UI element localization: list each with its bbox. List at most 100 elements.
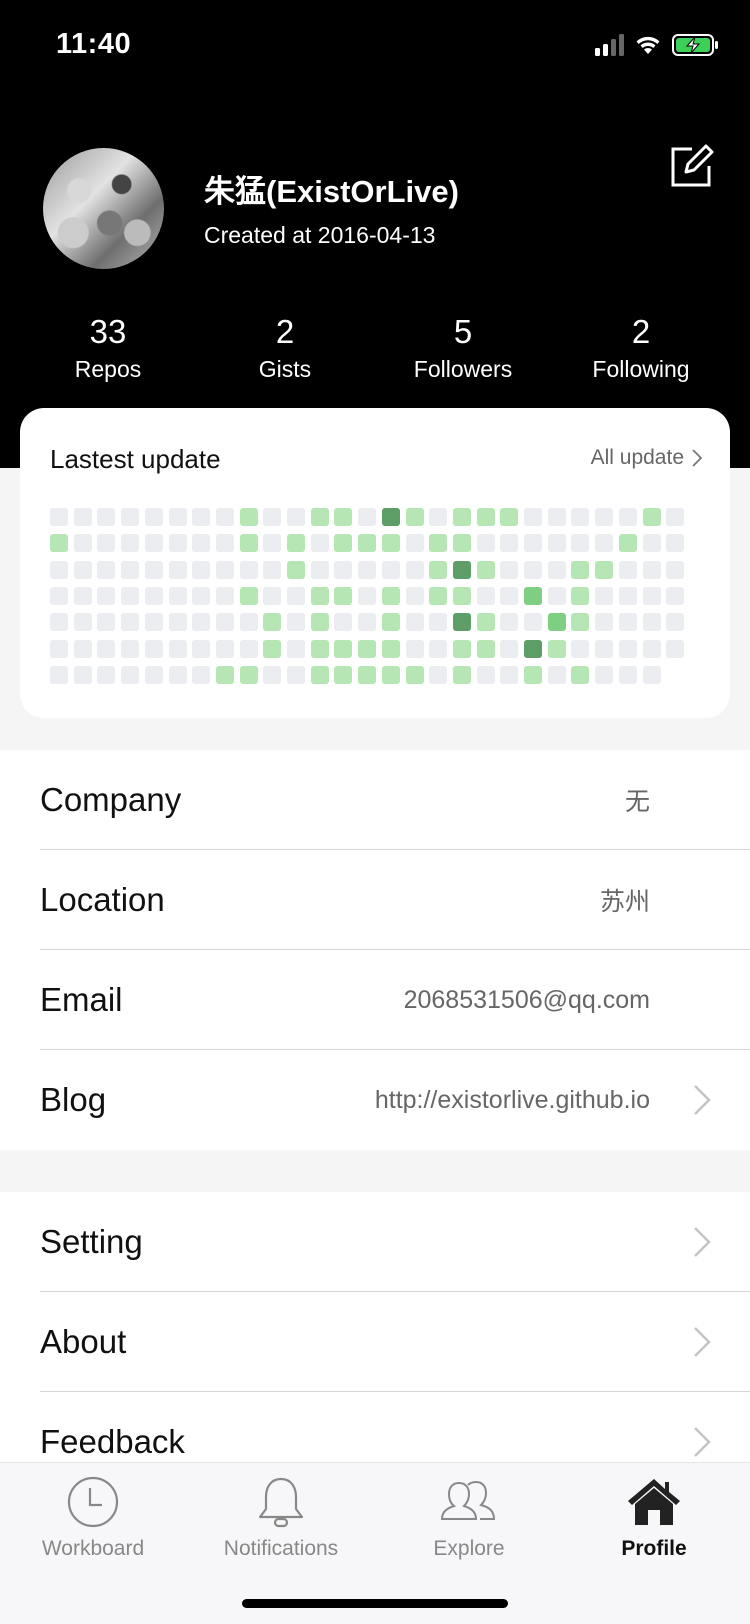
bell-icon xyxy=(258,1477,304,1528)
contribution-cell xyxy=(524,665,542,684)
contribution-cell xyxy=(97,639,116,658)
contribution-cell xyxy=(642,586,661,605)
contribution-cell xyxy=(121,665,140,684)
contribution-cell xyxy=(452,639,471,658)
contribution-cell xyxy=(476,508,495,526)
contribution-cell xyxy=(144,613,163,632)
row-label: Location xyxy=(40,881,165,918)
row-label: Company xyxy=(40,781,182,818)
contribution-cell xyxy=(215,665,234,684)
contribution-cell xyxy=(524,534,542,553)
contribution-cell xyxy=(595,534,614,553)
contribution-cell xyxy=(50,508,68,526)
contribution-cell xyxy=(310,586,329,605)
contribution-cell xyxy=(524,586,542,605)
edit-profile-button[interactable] xyxy=(668,144,714,190)
contribution-cell xyxy=(571,639,590,658)
edit-icon xyxy=(671,144,714,187)
tab-explore[interactable]: Explore xyxy=(379,1475,559,1561)
contribution-cell xyxy=(452,586,471,605)
row-company[interactable]: Company 无 xyxy=(0,750,750,850)
tab-label: Notifications xyxy=(223,1537,339,1560)
chevron-right-icon xyxy=(692,449,702,467)
stat-following[interactable]: 2 Following xyxy=(551,312,731,386)
contribution-cell xyxy=(452,613,471,632)
tab-profile[interactable]: Profile xyxy=(564,1475,744,1561)
contribution-cell xyxy=(381,665,400,684)
contribution-cell xyxy=(571,560,590,579)
contribution-cell xyxy=(310,508,329,526)
contribution-cell xyxy=(73,534,92,553)
contribution-cell xyxy=(287,560,305,579)
contribution-cell xyxy=(429,613,448,632)
contribution-cell xyxy=(618,560,637,579)
row-about[interactable]: About xyxy=(0,1292,750,1392)
row-location[interactable]: Location 苏州 xyxy=(0,850,750,950)
contribution-cell xyxy=(215,534,234,553)
row-label: About xyxy=(40,1323,127,1360)
contribution-cell xyxy=(144,665,163,684)
row-label: Setting xyxy=(40,1223,143,1260)
contribution-cell xyxy=(476,560,495,579)
row-email[interactable]: Email 2068531506@qq.com xyxy=(0,950,750,1050)
contribution-cell xyxy=(310,560,329,579)
contribution-cell xyxy=(73,586,92,605)
contribution-cell xyxy=(215,613,234,632)
contribution-cell xyxy=(334,613,353,632)
contribution-cell xyxy=(571,508,590,526)
stat-followers[interactable]: 5 Followers xyxy=(373,312,553,386)
contribution-cell xyxy=(168,586,187,605)
avatar[interactable] xyxy=(43,148,164,269)
wifi-icon xyxy=(634,34,662,56)
contribution-cell xyxy=(263,613,282,632)
contribution-cell xyxy=(358,665,377,684)
stat-count: 33 xyxy=(89,313,127,350)
contribution-cell xyxy=(334,534,353,553)
row-label: Email xyxy=(40,981,123,1018)
contribution-cell xyxy=(263,560,282,579)
row-blog[interactable]: Blog http://existorlive.github.io xyxy=(0,1050,750,1150)
contribution-cell xyxy=(405,534,424,553)
contribution-cell xyxy=(97,665,116,684)
contribution-cell xyxy=(97,534,116,553)
contribution-cell xyxy=(121,508,140,526)
contribution-cell xyxy=(358,639,377,658)
contribution-cell xyxy=(642,613,661,632)
contribution-cell xyxy=(381,534,400,553)
tab-label: Explore xyxy=(433,1537,505,1560)
contribution-cell xyxy=(239,560,258,579)
info-list: Company 无 Location 苏州 Email 2068531506@q… xyxy=(0,750,750,1150)
contribution-cell xyxy=(500,639,519,658)
row-setting[interactable]: Setting xyxy=(0,1192,750,1292)
stat-count: 5 xyxy=(453,313,473,350)
contribution-cell xyxy=(192,613,211,632)
contribution-cell xyxy=(547,560,566,579)
tab-workboard[interactable]: Workboard xyxy=(3,1475,183,1561)
contribution-cell xyxy=(144,586,163,605)
contribution-cell xyxy=(381,639,400,658)
contribution-cell xyxy=(239,639,258,658)
contribution-cell xyxy=(381,613,400,632)
contribution-cell xyxy=(405,560,424,579)
contribution-cell xyxy=(50,534,68,553)
contribution-cell xyxy=(310,639,329,658)
cellular-signal-icon xyxy=(595,34,624,56)
contribution-cell xyxy=(239,665,258,684)
contribution-cell xyxy=(215,508,234,526)
contribution-cell xyxy=(192,508,211,526)
contribution-cell xyxy=(263,665,282,684)
all-update-link[interactable]: All update xyxy=(591,446,702,470)
contribution-cell xyxy=(287,586,305,605)
tab-notifications[interactable]: Notifications xyxy=(191,1475,371,1561)
contribution-cell xyxy=(263,586,282,605)
stat-repos[interactable]: 33 Repos xyxy=(18,312,198,386)
contribution-cell xyxy=(310,665,329,684)
stat-gists[interactable]: 2 Gists xyxy=(195,312,375,386)
contribution-cell xyxy=(476,534,495,553)
stat-count: 2 xyxy=(275,313,295,350)
contribution-cell xyxy=(50,639,68,658)
contribution-cell xyxy=(500,613,519,632)
contribution-cell xyxy=(666,534,685,553)
contribution-cell xyxy=(547,639,566,658)
contribution-cell xyxy=(405,639,424,658)
